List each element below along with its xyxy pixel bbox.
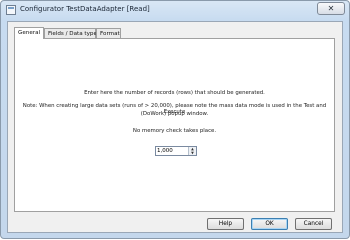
window-title: Configurator TestDataAdapter [Read] (20, 5, 150, 13)
tab-general[interactable]: General (14, 27, 44, 39)
app-icon (6, 5, 16, 15)
note-text-line-2: (DoWork) popup window. (140, 111, 209, 117)
spin-buttons: ▲ ▼ (188, 147, 196, 155)
memory-check-text: No memory check takes place. (132, 128, 217, 134)
cancel-button[interactable]: Cancel (295, 218, 332, 230)
dialog-client-area: General Fields / Data types Format Enter… (7, 21, 343, 233)
record-count-input[interactable] (157, 147, 189, 155)
spin-down-arrow-icon[interactable]: ▼ (189, 151, 196, 155)
configurator-window: Configurator TestDataAdapter [Read] ✕ Ge… (0, 0, 350, 239)
title-bar[interactable]: Configurator TestDataAdapter [Read] ✕ (1, 1, 349, 21)
ok-button[interactable]: OK (251, 218, 288, 230)
instruction-text: Enter here the number of records (rows) … (84, 90, 265, 96)
general-tab-panel: Enter here the number of records (rows) … (14, 38, 335, 212)
close-button[interactable]: ✕ (317, 2, 345, 15)
help-button[interactable]: Help (207, 218, 244, 230)
tab-format[interactable]: Format (96, 28, 121, 38)
tab-fields-data-types[interactable]: Fields / Data types (44, 28, 100, 38)
record-count-spinner: ▲ ▼ (155, 146, 197, 156)
